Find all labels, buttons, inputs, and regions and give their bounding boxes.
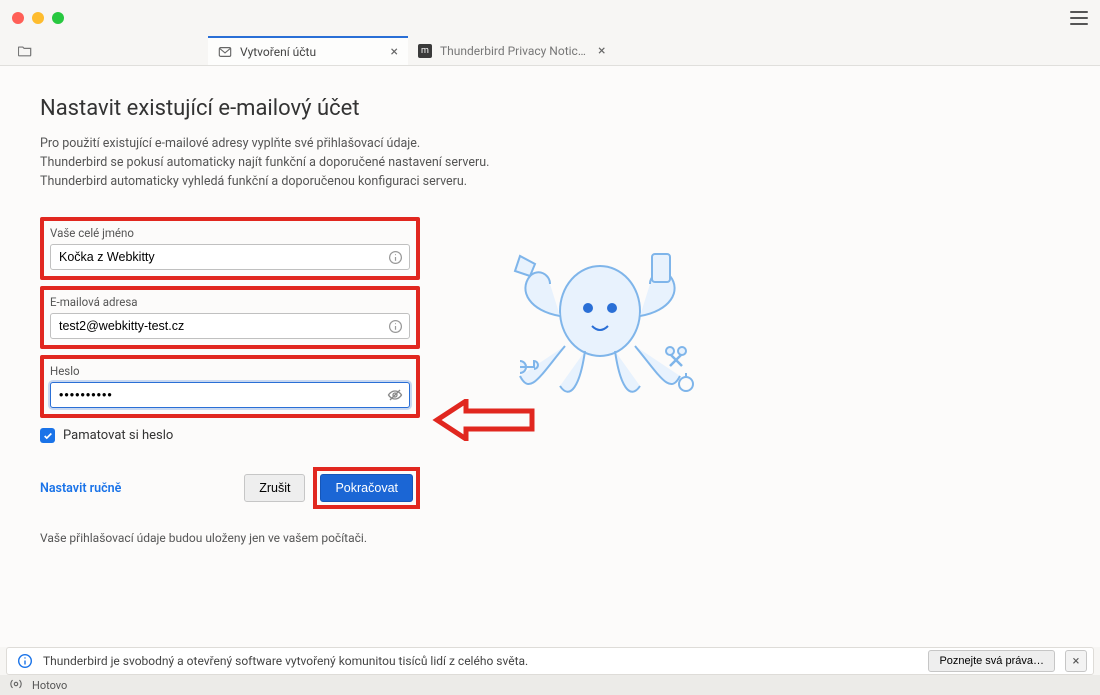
cancel-button[interactable]: Zrušit [244, 474, 305, 502]
name-field-highlight: Vaše celé jméno [40, 217, 420, 280]
tab-label: Vytvoření účtu [240, 45, 316, 59]
mail-icon [218, 45, 232, 59]
email-field-highlight: E-mailová adresa [40, 286, 420, 349]
tab-account-setup[interactable]: Vytvoření účtu × [208, 36, 408, 65]
password-label: Heslo [50, 364, 410, 378]
window-close-button[interactable] [12, 12, 24, 24]
close-icon[interactable]: × [598, 43, 605, 59]
notification-bar: Thunderbird je svobodný a otevřený softw… [6, 647, 1094, 675]
desc-line: Thunderbird se pokusí automaticky najít … [40, 154, 1060, 173]
tab-label: Thunderbird Privacy Notice — Mozil [440, 44, 590, 58]
password-field-highlight: Heslo [40, 355, 420, 418]
page-title: Nastavit existující e-mailový účet [40, 96, 1060, 121]
tab-strip: Vytvoření účtu × m Thunderbird Privacy N… [0, 36, 1100, 66]
status-text: Hotovo [32, 679, 67, 692]
notification-text: Thunderbird je svobodný a otevřený softw… [43, 654, 528, 668]
notification-close-button[interactable]: × [1065, 650, 1087, 672]
email-label: E-mailová adresa [50, 295, 410, 309]
toggle-password-visibility-icon[interactable] [386, 386, 404, 404]
window-maximize-button[interactable] [52, 12, 64, 24]
continue-button[interactable]: Pokračovat [320, 474, 413, 502]
know-your-rights-button[interactable]: Poznejte svá práva… [928, 650, 1055, 672]
name-input[interactable] [50, 244, 410, 270]
mozilla-favicon: m [418, 44, 432, 58]
remember-password-checkbox[interactable] [40, 428, 55, 443]
password-input[interactable] [50, 382, 410, 408]
remember-password-label: Pamatovat si heslo [63, 428, 173, 443]
close-icon[interactable]: × [391, 44, 398, 60]
folder-icon [18, 44, 32, 58]
name-label: Vaše celé jméno [50, 226, 410, 240]
privacy-note: Vaše přihlašovací údaje budou uloženy je… [40, 531, 420, 545]
email-input[interactable] [50, 313, 410, 339]
info-icon[interactable] [386, 317, 404, 335]
info-icon [17, 653, 33, 669]
desc-line: Pro použití existující e-mailové adresy … [40, 135, 1060, 154]
info-icon[interactable] [386, 248, 404, 266]
window-minimize-button[interactable] [32, 12, 44, 24]
status-bar: Hotovo [0, 675, 1100, 695]
folder-tab[interactable] [8, 36, 208, 65]
tab-privacy-notice[interactable]: m Thunderbird Privacy Notice — Mozil × [408, 36, 615, 65]
page-description: Pro použití existující e-mailové adresy … [40, 135, 1060, 191]
desc-line: Thunderbird automaticky vyhledá funkční … [40, 173, 1060, 192]
continue-button-highlight: Pokračovat [313, 467, 420, 509]
app-menu-button[interactable] [1070, 11, 1088, 25]
configure-manually-link[interactable]: Nastavit ručně [40, 481, 121, 496]
activity-icon [10, 678, 22, 693]
setup-illustration [500, 246, 700, 406]
